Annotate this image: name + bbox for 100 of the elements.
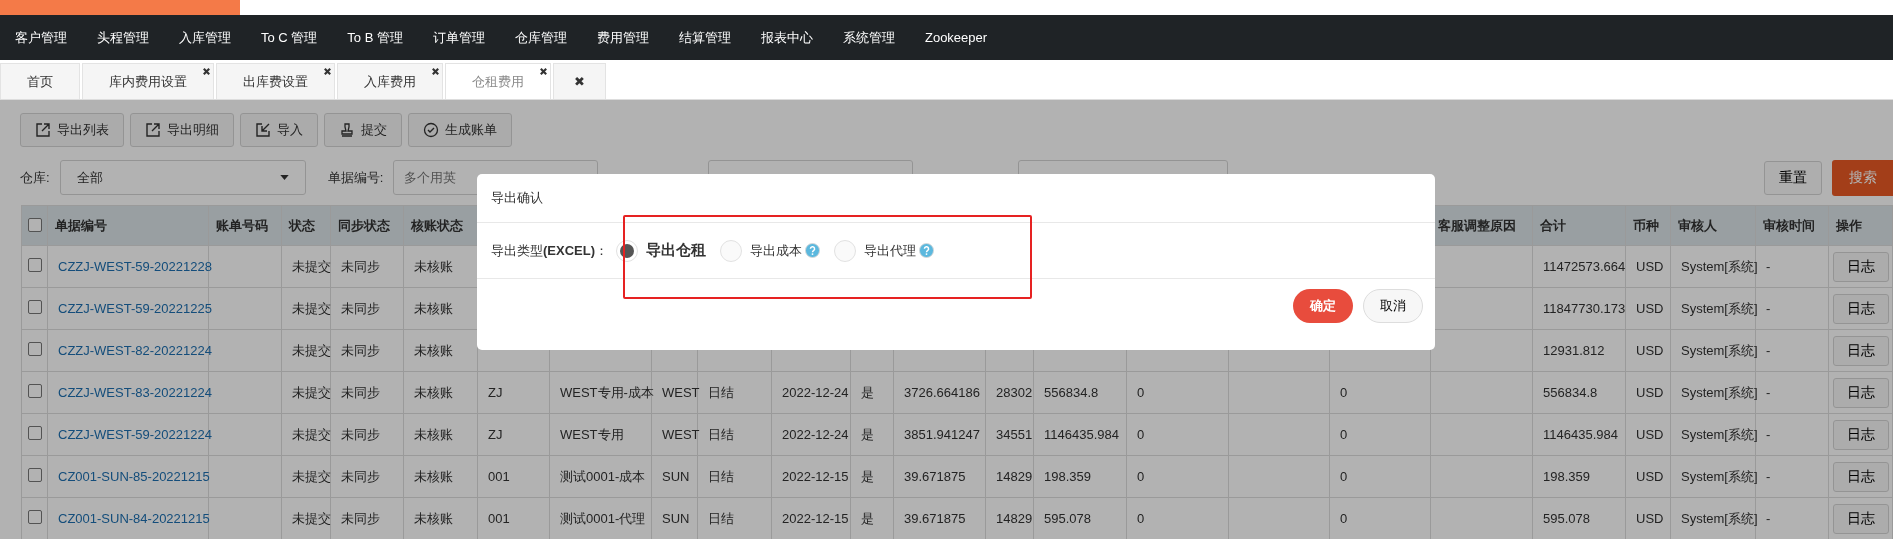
table-cell: 未提交 [292, 341, 331, 360]
table-cell: - [1766, 511, 1771, 526]
table-cell: USD [1636, 301, 1664, 316]
table-cell: 是 [861, 467, 874, 486]
table-cell: 未提交 [292, 467, 331, 486]
table-cell: - [1766, 259, 1771, 274]
table-cell: 3851.941247 [904, 427, 980, 442]
table-cell: 未核账 [414, 341, 453, 360]
table-cell: USD [1636, 385, 1664, 400]
table-cell: 是 [861, 383, 874, 402]
table-cell: System[系统] [1681, 257, 1758, 276]
table-cell: 12931.812 [1543, 343, 1605, 358]
table-cell: 556834.8 [1543, 385, 1598, 400]
column-header: 状态 [289, 216, 315, 235]
table-cell: SUN [662, 511, 690, 526]
table-cell: 未核账 [414, 383, 453, 402]
table-cell: 日结 [708, 425, 734, 444]
table-cell: - [1766, 385, 1771, 400]
table-cell: 0 [1340, 385, 1348, 400]
table-cell: 0 [1340, 511, 1348, 526]
table-cell: SUN [662, 469, 690, 484]
table-cell: 198.359 [1044, 469, 1091, 484]
table-cell: System[系统] [1681, 299, 1758, 318]
table-cell: 001 [488, 511, 510, 526]
column-header: 客服调整原因 [1438, 216, 1516, 235]
table-cell: WEST [662, 427, 700, 442]
table-cell: 未提交 [292, 425, 331, 444]
table-cell: 2022-12-24 [782, 427, 849, 442]
table-cell: 是 [861, 425, 874, 444]
column-header: 账单号码 [216, 216, 268, 235]
table-cell: 39.671875 [904, 511, 966, 526]
table-cell: 未同步 [341, 425, 380, 444]
column-header: 币种 [1633, 216, 1659, 235]
table-cell: 未核账 [414, 299, 453, 318]
table-cell: 未同步 [341, 467, 380, 486]
table-cell: 0 [1137, 511, 1145, 526]
column-header: 审核人 [1678, 216, 1717, 235]
table-cell: 0 [1137, 469, 1145, 484]
table-cell: 1146435.984 [1543, 427, 1618, 442]
table-cell: 未提交 [292, 383, 331, 402]
table-cell: 未提交 [292, 509, 331, 528]
table-cell: 未核账 [414, 257, 453, 276]
table-cell: 3726.664186 [904, 385, 980, 400]
table-cell: USD [1636, 259, 1664, 274]
column-header: 单据编号 [55, 216, 107, 235]
table-cell: USD [1636, 427, 1664, 442]
table-cell: 未同步 [341, 299, 380, 318]
table-cell: 日结 [708, 509, 734, 528]
table-cell: 测试0001-代理 [560, 509, 646, 528]
column-header: 核账状态 [411, 216, 463, 235]
table-cell: 14829 [996, 469, 1033, 484]
table-cell: System[系统] [1681, 467, 1758, 486]
table-cell: 未同步 [341, 341, 380, 360]
table-cell: 未提交 [292, 257, 331, 276]
table-cell: 0 [1340, 427, 1348, 442]
table-cell: 未核账 [414, 467, 453, 486]
table-cell: - [1766, 469, 1771, 484]
table-cell: WEST [662, 385, 700, 400]
table-cell: System[系统] [1681, 383, 1758, 402]
table-cell: 2022-12-15 [782, 511, 849, 526]
table-cell: 日结 [708, 467, 734, 486]
table-cell: WEST专用 [560, 425, 624, 444]
table-cell: - [1766, 301, 1771, 316]
table-cell: 001 [488, 469, 510, 484]
table-cell: 是 [861, 509, 874, 528]
table-cell: USD [1636, 343, 1664, 358]
table-cell: 1146435.984 [1044, 427, 1119, 442]
warehouse-label: 仓库: [20, 168, 50, 187]
table-cell: ZJ [488, 385, 503, 400]
table-cell: 0 [1340, 469, 1348, 484]
table-cell: 未核账 [414, 425, 453, 444]
table-cell: 11847730.173 [1543, 301, 1626, 316]
table-cell: 595.078 [1044, 511, 1091, 526]
document-number-label: 单据编号: [327, 168, 384, 187]
table-cell: System[系统] [1681, 509, 1758, 528]
table-cell: 595.078 [1543, 511, 1590, 526]
table-cell: 0 [1137, 385, 1145, 400]
table-cell: - [1766, 343, 1771, 358]
column-header: 审核时间 [1763, 216, 1815, 235]
table-cell: 0 [1137, 427, 1145, 442]
table-cell: 11472573.664 [1543, 259, 1626, 274]
table-cell: ZJ [488, 427, 503, 442]
table-cell: - [1766, 427, 1771, 442]
table-cell: USD [1636, 469, 1664, 484]
table-cell: 日结 [708, 383, 734, 402]
table-cell: 未同步 [341, 383, 380, 402]
table-cell: 556834.8 [1044, 385, 1099, 400]
table-cell: 未提交 [292, 299, 331, 318]
table-cell: 未同步 [341, 257, 380, 276]
table-cell: 2022-12-15 [782, 469, 849, 484]
table-cell: 14829 [996, 511, 1033, 526]
table-cell: USD [1636, 511, 1664, 526]
table-cell: 28302 [996, 385, 1033, 400]
table-cell: System[系统] [1681, 425, 1758, 444]
table-cell: 198.359 [1543, 469, 1590, 484]
column-header: 操作 [1836, 216, 1862, 235]
table-cell: 未核账 [414, 509, 453, 528]
table-cell: 2022-12-24 [782, 385, 849, 400]
column-header: 合计 [1540, 216, 1566, 235]
table-cell: 39.671875 [904, 469, 966, 484]
